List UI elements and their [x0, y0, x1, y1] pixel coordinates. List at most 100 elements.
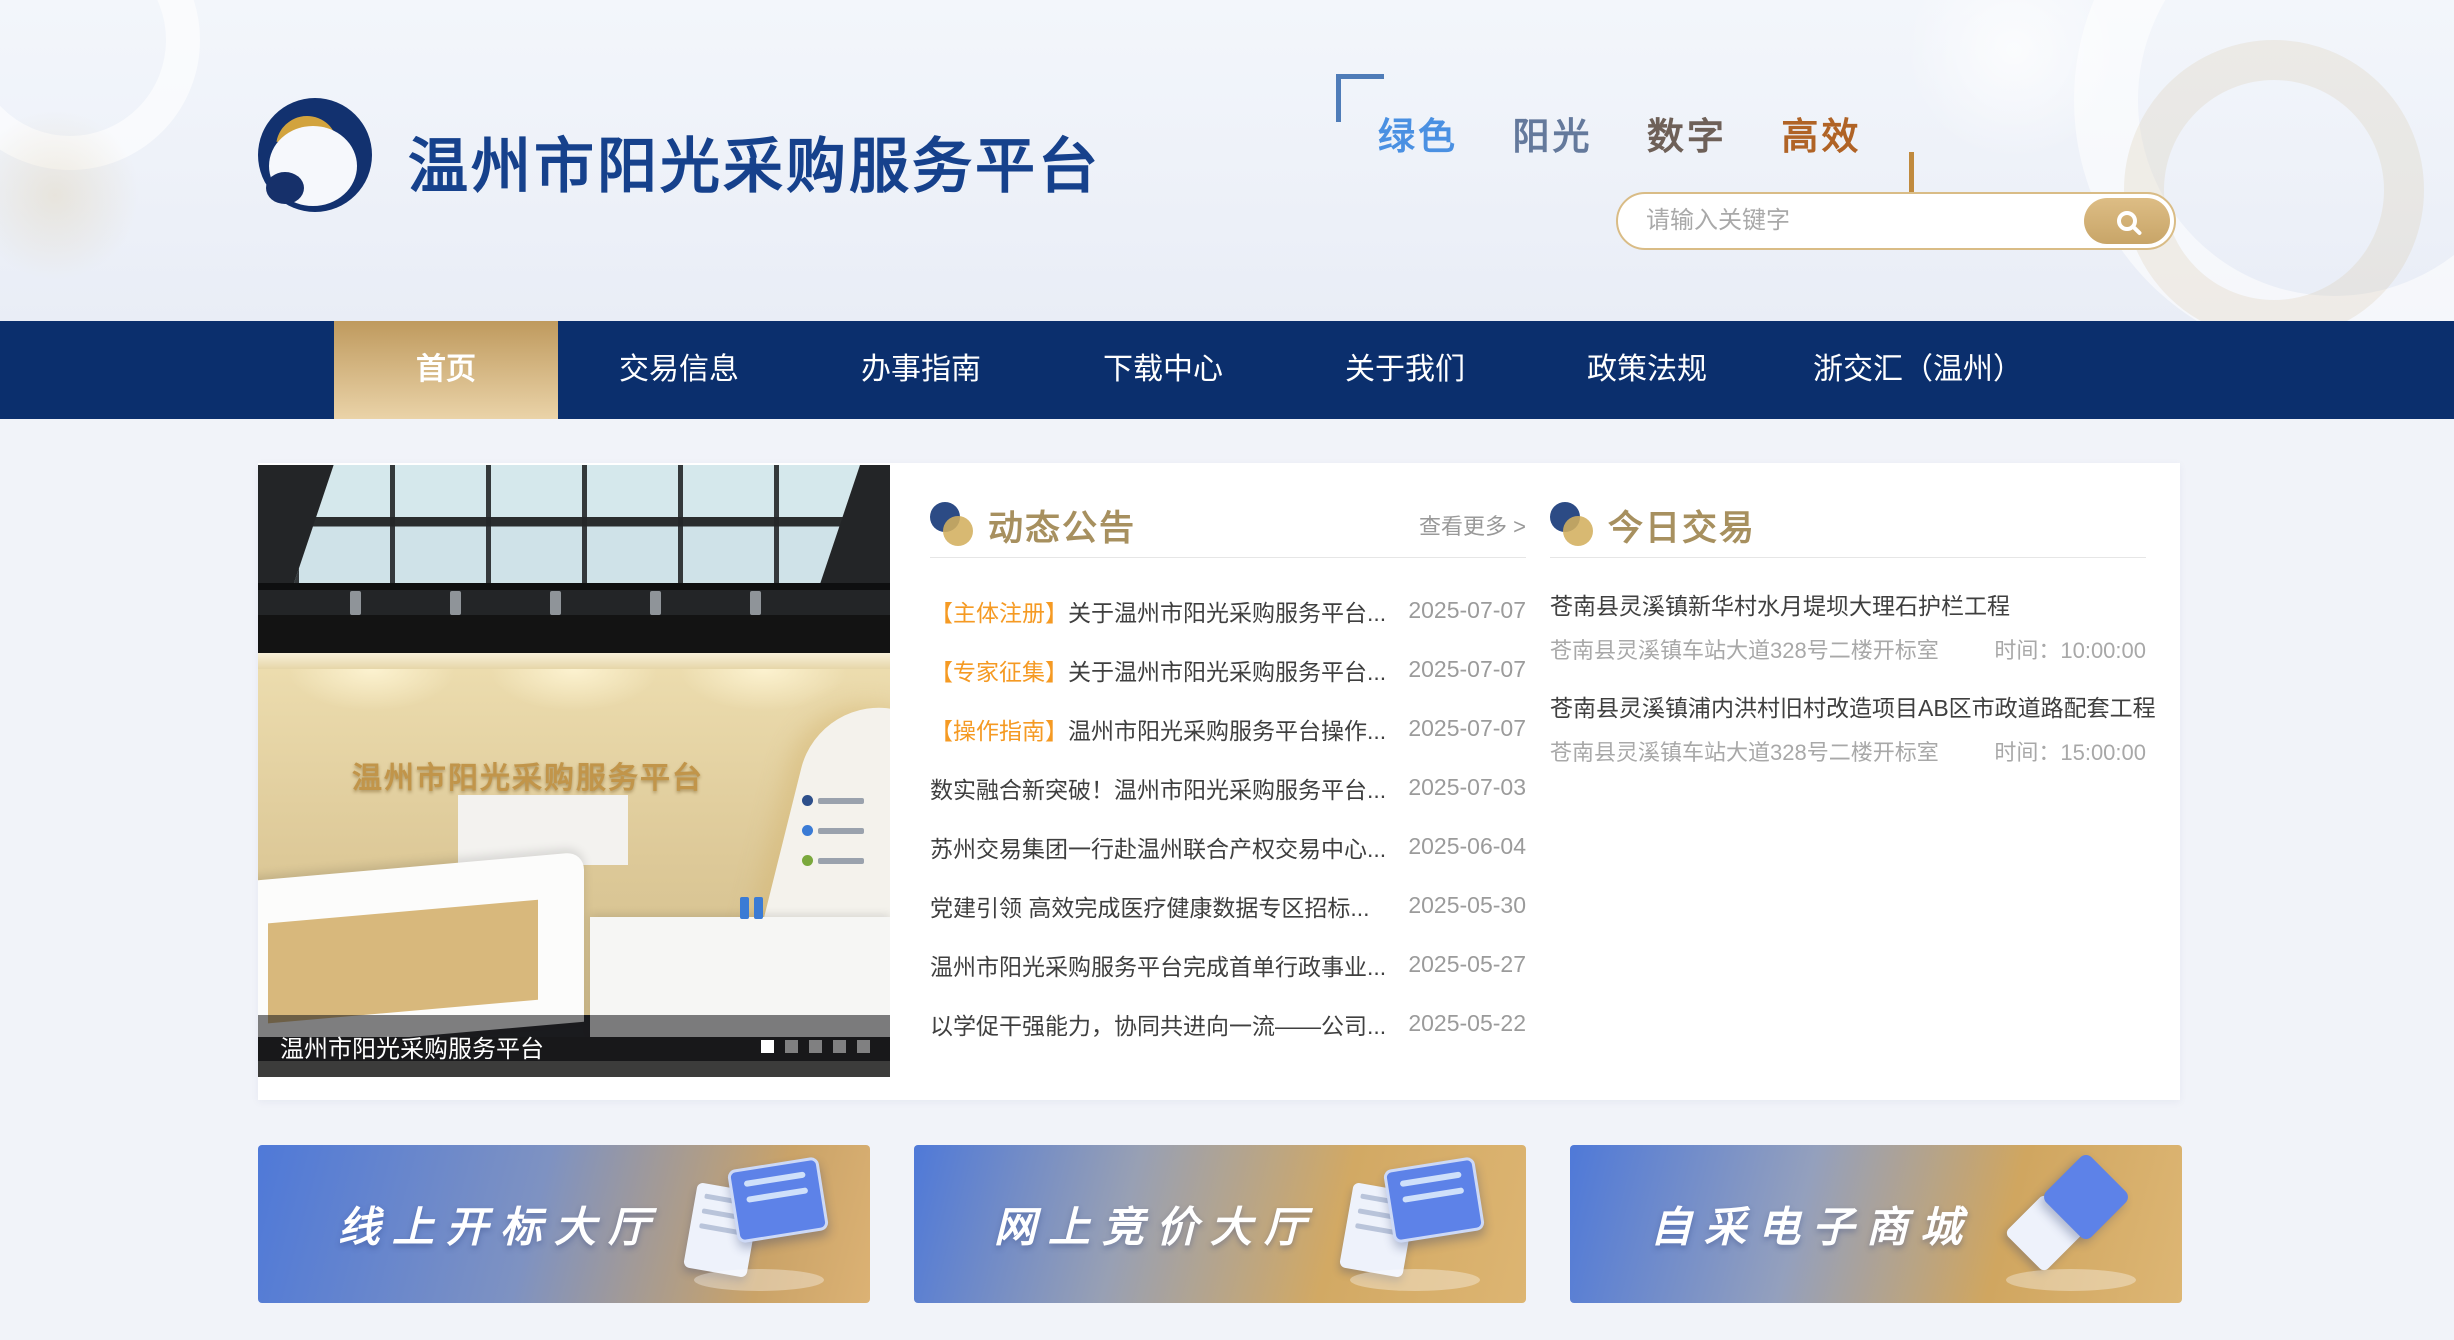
section-circles-icon	[930, 502, 976, 548]
news-item[interactable]: 【操作指南】温州市阳光采购服务平台操作... 2025-07-07	[930, 699, 1526, 758]
news-tag: 【专家征集】	[930, 659, 1068, 685]
section-divider	[1550, 557, 2146, 558]
news-date: 2025-06-04	[1394, 833, 1526, 860]
nav-item-about-us[interactable]: 关于我们	[1284, 321, 1526, 419]
trade-title: 苍南县灵溪镇新华村水月堤坝大理石护栏工程	[1550, 589, 2146, 623]
news-date: 2025-07-07	[1394, 715, 1526, 742]
nav-item-zhejiaohui[interactable]: 浙交汇（温州）	[1768, 321, 2068, 419]
search-box	[1616, 192, 2176, 250]
nav-item-policies[interactable]: 政策法规	[1526, 321, 1768, 419]
header-decoration	[2124, 40, 2424, 321]
site-logo[interactable]	[258, 98, 372, 212]
news-list: 【主体注册】关于温州市阳光采购服务平台... 2025-07-07 【专家征集】…	[930, 581, 1526, 1053]
photo-lamp	[750, 591, 761, 615]
news-item[interactable]: 温州市阳光采购服务平台完成首单行政事业... 2025-05-27	[930, 935, 1526, 994]
banner-self-procurement-mall[interactable]: 自采电子商城	[1570, 1145, 2182, 1303]
today-trades-section: 今日交易 苍南县灵溪镇新华村水月堤坝大理石护栏工程 苍南县灵溪镇车站大道328号…	[1550, 463, 2146, 1100]
slogan-word-green: 绿色	[1378, 116, 1458, 157]
news-date: 2025-07-07	[1394, 597, 1526, 624]
news-date: 2025-07-07	[1394, 656, 1526, 683]
trade-time: 时间：15:00:00	[1994, 735, 2146, 767]
trade-item[interactable]: 苍南县灵溪镇新华村水月堤坝大理石护栏工程 苍南县灵溪镇车站大道328号二楼开标室…	[1550, 589, 2146, 665]
photo-lamp	[650, 591, 661, 615]
wall-partner-logo	[802, 855, 864, 866]
news-date: 2025-05-30	[1394, 892, 1526, 919]
nav-item-service-guide[interactable]: 办事指南	[800, 321, 1042, 419]
wall-partner-logo	[802, 795, 864, 806]
news-item[interactable]: 数实融合新突破！温州市阳光采购服务平台... 2025-07-03	[930, 758, 1526, 817]
bracket-topleft-decoration	[1336, 74, 1384, 122]
nav-item-home[interactable]: 首页	[334, 321, 558, 419]
news-item-title: 关于温州市阳光采购服务平台...	[1068, 659, 1386, 685]
search-input[interactable]	[1618, 207, 2084, 235]
header-decoration	[0, 110, 140, 280]
trade-title: 苍南县灵溪镇浦内洪村旧村改造项目AB区市政道路配套工程	[1550, 691, 2146, 725]
section-circles-icon	[1550, 502, 1596, 548]
news-item-title: 党建引领 高效完成医疗健康数据专区招标...	[930, 895, 1370, 921]
news-item-title: 温州市阳光采购服务平台操作...	[1068, 718, 1386, 744]
slogan-word-digital: 数字	[1647, 116, 1727, 157]
trade-time: 时间：10:00:00	[1994, 633, 2146, 665]
carousel-dot[interactable]	[785, 1040, 798, 1053]
news-item-title: 以学促干强能力，协同共进向一流——公司...	[930, 1013, 1386, 1039]
trade-location: 苍南县灵溪镇车站大道328号二楼开标室	[1550, 735, 1939, 767]
news-item-title: 数实融合新突破！温州市阳光采购服务平台...	[930, 777, 1386, 803]
carousel-dot[interactable]	[857, 1040, 870, 1053]
photo-bottle	[754, 897, 763, 919]
news-tag: 【主体注册】	[930, 600, 1068, 626]
banner-online-bid-opening-hall[interactable]: 线上开标大厅	[258, 1145, 870, 1303]
header-decoration	[0, 0, 200, 170]
wall-partner-logo	[802, 825, 864, 836]
news-item[interactable]: 以学促干强能力，协同共进向一流——公司... 2025-05-22	[930, 994, 1526, 1053]
carousel-dot[interactable]	[809, 1040, 822, 1053]
slogan-word-efficient: 高效	[1781, 116, 1861, 157]
news-date: 2025-05-22	[1394, 1010, 1526, 1037]
news-item[interactable]: 【主体注册】关于温州市阳光采购服务平台... 2025-07-07	[930, 581, 1526, 640]
photo-desk-wood-panel	[268, 900, 538, 1024]
news-tag: 【操作指南】	[930, 718, 1068, 744]
carousel-dot[interactable]	[833, 1040, 846, 1053]
main-navbar: 首页 交易信息 办事指南 下载中心 关于我们 政策法规 浙交汇（温州）	[0, 321, 2454, 419]
site-title: 温州市阳光采购服务平台	[408, 118, 1101, 205]
news-date: 2025-07-03	[1394, 774, 1526, 801]
carousel-caption: 温州市阳光采购服务平台	[280, 1029, 544, 1064]
header-decoration	[1904, 0, 2124, 160]
news-section: 动态公告 查看更多 > 【主体注册】关于温州市阳光采购服务平台... 2025-…	[930, 463, 1526, 1100]
section-divider	[930, 557, 1526, 558]
news-date: 2025-05-27	[1394, 951, 1526, 978]
banner-illustration-monitor-icon	[684, 1157, 834, 1291]
carousel-caption-bar: 温州市阳光采购服务平台	[258, 1015, 890, 1077]
photo-lamp	[350, 591, 361, 615]
banner-label: 线上开标大厅	[338, 1194, 662, 1255]
photo-lamp	[450, 591, 461, 615]
photo-dark-band	[258, 615, 890, 653]
search-button[interactable]	[2084, 198, 2170, 244]
news-item-title: 苏州交易集团一行赴温州联合产权交易中心...	[930, 836, 1386, 862]
news-item-title: 关于温州市阳光采购服务平台...	[1068, 600, 1386, 626]
carousel-dots	[761, 1040, 870, 1053]
search-icon	[2117, 211, 2137, 231]
banner-label: 网上竞价大厅	[994, 1194, 1318, 1255]
photo-skylight	[294, 465, 860, 583]
trade-item[interactable]: 苍南县灵溪镇浦内洪村旧村改造项目AB区市政道路配套工程 苍南县灵溪镇车站大道32…	[1550, 691, 2146, 767]
banner-online-bidding-hall[interactable]: 网上竞价大厅	[914, 1145, 1526, 1303]
trades-section-title: 今日交易	[1608, 500, 1756, 551]
news-item[interactable]: 【专家征集】关于温州市阳光采购服务平台... 2025-07-07	[930, 640, 1526, 699]
photo-lamp	[550, 591, 561, 615]
news-item[interactable]: 党建引领 高效完成医疗健康数据专区招标... 2025-05-30	[930, 876, 1526, 935]
hero-carousel[interactable]: 温州市阳光采购服务平台 温州市阳光采购服务平台	[258, 465, 890, 1077]
trade-location: 苍南县灵溪镇车站大道328号二楼开标室	[1550, 633, 1939, 665]
news-more-link[interactable]: 查看更多 >	[1419, 509, 1526, 541]
carousel-dot[interactable]	[761, 1040, 774, 1053]
banner-illustration-cubes-icon	[1996, 1157, 2146, 1291]
nav-item-trade-info[interactable]: 交易信息	[558, 321, 800, 419]
banner-illustration-auction-icon	[1340, 1157, 1490, 1291]
page-header: 温州市阳光采购服务平台 绿色 阳光 数字 高效	[0, 0, 2454, 321]
photo-light-track	[258, 583, 890, 590]
banner-label: 自采电子商城	[1650, 1194, 1974, 1255]
wall-sign-text: 温州市阳光采购服务平台	[258, 753, 798, 797]
nav-item-download-center[interactable]: 下载中心	[1042, 321, 1284, 419]
slogan-word-sunshine: 阳光	[1512, 116, 1592, 157]
news-item[interactable]: 苏州交易集团一行赴温州联合产权交易中心... 2025-06-04	[930, 817, 1526, 876]
trade-list: 苍南县灵溪镇新华村水月堤坝大理石护栏工程 苍南县灵溪镇车站大道328号二楼开标室…	[1550, 589, 2146, 793]
